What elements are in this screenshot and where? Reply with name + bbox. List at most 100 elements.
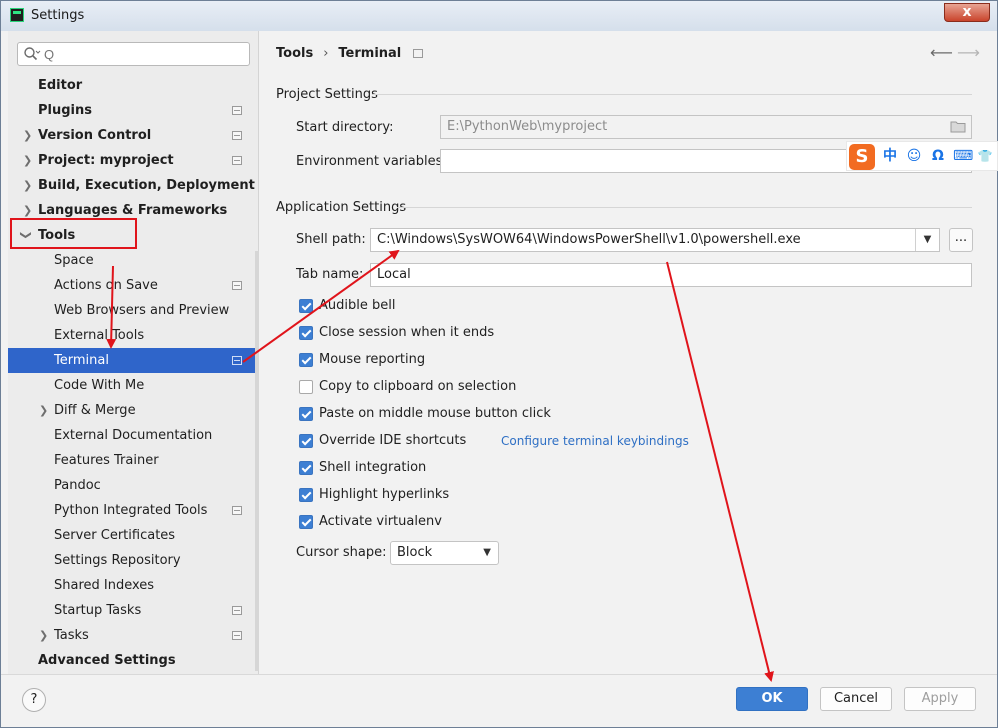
sidebar-item-label: Code With Me [54, 378, 145, 393]
checkbox-label: Copy to clipboard on selection [319, 379, 517, 394]
sidebar-item-label: Build, Execution, Deployment [38, 178, 255, 193]
breadcrumb: Tools › Terminal [276, 46, 429, 61]
dropdown-arrow-icon[interactable]: ▼ [915, 229, 939, 251]
cursor-shape-select[interactable]: Block ▼ [390, 541, 499, 565]
checkbox-label: Override IDE shortcuts [319, 433, 467, 448]
keyboard-icon[interactable]: ⌨ [953, 147, 973, 165]
breadcrumb-separator-icon: › [323, 46, 329, 61]
tab-name-field[interactable]: Local [370, 263, 972, 287]
checkbox-label: Close session when it ends [319, 325, 495, 340]
sidebar-item-settings-repository[interactable]: Settings Repository [8, 548, 259, 573]
search-input[interactable] [44, 45, 244, 63]
project-settings-icon [232, 131, 242, 140]
start-directory-field[interactable]: E:\PythonWeb\myproject [440, 115, 972, 139]
tab-name-label: Tab name: [296, 267, 364, 282]
sidebar-item-version-control[interactable]: ❯ Version Control [8, 123, 259, 148]
sidebar-item-shared-indexes[interactable]: Shared Indexes [8, 573, 259, 598]
configure-keybindings-link[interactable]: Configure terminal keybindings [501, 433, 689, 449]
sidebar-item-external-documentation[interactable]: External Documentation [8, 423, 259, 448]
project-settings-title: Project Settings [276, 87, 378, 102]
sidebar-item-pandoc[interactable]: Pandoc [8, 473, 259, 498]
sidebar-item-tasks[interactable]: ❯ Tasks [8, 623, 259, 648]
sidebar-item-label: Project: myproject [38, 153, 174, 168]
checkbox-checked-icon[interactable] [299, 353, 313, 367]
sidebar-item-label: Advanced Settings [38, 653, 176, 668]
help-button[interactable]: ? [22, 688, 46, 712]
folder-icon[interactable] [950, 120, 966, 133]
checkbox-unchecked-icon[interactable] [299, 380, 313, 394]
sidebar-item-editor[interactable]: Editor [8, 73, 259, 98]
sidebar-item-features-trainer[interactable]: Features Trainer [8, 448, 259, 473]
forward-arrow-icon[interactable]: ⟶ [957, 43, 980, 62]
sidebar-item-server-certificates[interactable]: Server Certificates [8, 523, 259, 548]
ok-button[interactable]: OK [736, 687, 808, 711]
checkbox-label: Highlight hyperlinks [319, 487, 450, 502]
checkbox-checked-icon[interactable] [299, 488, 313, 502]
sidebar-scrollbar[interactable] [255, 251, 259, 671]
sidebar-item-label: Server Certificates [54, 528, 176, 543]
sidebar-item-label: Features Trainer [54, 453, 159, 468]
sidebar-item-code-with-me[interactable]: Code With Me [8, 373, 259, 398]
sidebar-item-actions-on-save[interactable]: Actions on Save [8, 273, 259, 298]
sidebar-item-label: Pandoc [54, 478, 101, 493]
chevron-right-icon[interactable]: ❯ [39, 398, 49, 423]
checkbox-checked-icon[interactable] [299, 407, 313, 421]
cancel-button[interactable]: Cancel [820, 687, 892, 711]
apply-button[interactable]: Apply [904, 687, 976, 711]
start-directory-label: Start directory: [296, 120, 394, 135]
checkbox-label: Mouse reporting [319, 352, 426, 367]
sidebar-item-label: Plugins [38, 103, 92, 118]
sidebar-item-label: Startup Tasks [54, 603, 142, 618]
sidebar-item-terminal[interactable]: Terminal [8, 348, 259, 373]
sidebar-item-build[interactable]: ❯ Build, Execution, Deployment [8, 173, 259, 198]
sidebar-item-startup-tasks[interactable]: Startup Tasks [8, 598, 259, 623]
sidebar-item-plugins[interactable]: Plugins [8, 98, 259, 123]
settings-search[interactable] [17, 42, 250, 66]
section-divider [397, 207, 972, 208]
emoji-icon[interactable]: ☺ [905, 147, 923, 165]
search-icon [24, 47, 41, 61]
sidebar-item-project[interactable]: ❯ Project: myproject [8, 148, 259, 173]
sidebar-item-python-integrated-tools[interactable]: Python Integrated Tools [8, 498, 259, 523]
sogou-logo-icon[interactable]: S [849, 144, 875, 170]
chevron-right-icon[interactable]: ❯ [39, 623, 49, 648]
pycharm-app-icon [10, 8, 24, 22]
sidebar-item-label: External Tools [54, 328, 145, 343]
checkbox-checked-icon[interactable] [299, 461, 313, 475]
sidebar-item-diff-merge[interactable]: ❯ Diff & Merge [8, 398, 259, 423]
close-window-button[interactable]: x [944, 3, 990, 22]
shell-path-label: Shell path: [296, 232, 366, 247]
chevron-right-icon[interactable]: ❯ [23, 148, 33, 173]
sidebar-item-label: Version Control [38, 128, 152, 143]
symbol-icon[interactable]: Ω [929, 147, 947, 165]
sidebar-item-label: Actions on Save [54, 278, 158, 293]
sidebar-item-label: Diff & Merge [54, 403, 136, 418]
settings-window: Settings x Editor Plugins ❯ Version Cont… [0, 0, 998, 728]
project-settings-icon [232, 156, 242, 165]
checkbox-label: Activate virtualenv [319, 514, 442, 529]
checkbox-checked-icon[interactable] [299, 326, 313, 340]
chevron-right-icon[interactable]: ❯ [23, 123, 33, 148]
ime-toolbar: S 中 ☺ Ω ⌨ 👕 [846, 141, 998, 171]
section-divider [372, 94, 972, 95]
sidebar-item-space[interactable]: Space [8, 248, 259, 273]
sidebar-item-external-tools[interactable]: External Tools [8, 323, 259, 348]
back-arrow-icon[interactable]: ⟵ [930, 43, 953, 62]
dialog-button-bar: ? OK Cancel Apply [1, 674, 997, 727]
chevron-right-icon[interactable]: ❯ [23, 173, 33, 198]
title-bar: Settings x [1, 1, 997, 31]
breadcrumb-parent[interactable]: Tools [276, 46, 313, 61]
sidebar-item-label: Settings Repository [54, 553, 181, 568]
checkbox-label: Paste on middle mouse button click [319, 406, 551, 421]
checkbox-checked-icon[interactable] [299, 299, 313, 313]
checkbox-checked-icon[interactable] [299, 515, 313, 529]
chinese-mode-icon[interactable]: 中 [881, 147, 899, 165]
shell-path-combo[interactable]: C:\Windows\SysWOW64\WindowsPowerShell\v1… [370, 228, 940, 252]
sidebar-item-web-browsers[interactable]: Web Browsers and Preview [8, 298, 259, 323]
checkbox-checked-icon[interactable] [299, 434, 313, 448]
checkbox-label: Audible bell [319, 298, 396, 313]
skin-icon[interactable]: 👕 [976, 147, 994, 165]
sidebar-item-advanced-settings[interactable]: Advanced Settings [8, 648, 259, 673]
browse-shell-button[interactable]: ... [949, 228, 973, 252]
sidebar-item-label: Terminal [54, 353, 109, 368]
